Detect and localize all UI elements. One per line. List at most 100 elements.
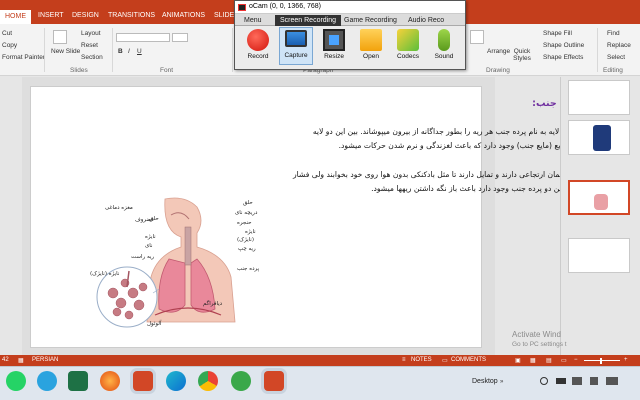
new-slide-icon[interactable]	[53, 30, 67, 44]
label-bronchus-inner: نایژه	[145, 234, 156, 240]
keyboard-icon[interactable]	[606, 377, 618, 385]
section-button[interactable]: Section	[81, 54, 103, 61]
open-button[interactable]: Open	[354, 29, 388, 60]
firefox-icon[interactable]	[100, 371, 120, 391]
language-indicator[interactable]: ▦	[18, 357, 24, 364]
status-bar: 42 ▦ PERSIAN ≡ NOTES ▭ COMMENTS ▣ ▦ ▤ ▭ …	[0, 355, 640, 366]
ocam-tab-bar: Menu Screen Recording Game Recording Aud…	[235, 14, 465, 26]
zoom-slider[interactable]	[584, 360, 620, 361]
battery-icon[interactable]	[572, 377, 582, 385]
edge-icon[interactable]	[166, 371, 186, 391]
sound-button[interactable]: Sound	[427, 29, 461, 60]
arrange-button[interactable]: Arrange	[487, 48, 510, 55]
tab-insert[interactable]: INSERT	[38, 12, 64, 19]
record-button[interactable]: Record	[241, 29, 275, 60]
slide-thumbnail-selected[interactable]	[568, 180, 630, 215]
folder-icon	[360, 29, 382, 51]
desktop-toolbar[interactable]: Desktop	[472, 378, 498, 385]
slide-thumbnail-panel	[560, 77, 640, 355]
normal-view-icon[interactable]: ▣	[515, 357, 521, 364]
left-margin	[0, 77, 22, 355]
paragraph-1-line-2: مقداری مایع (مایع جنب) وجود دارد که باعث…	[338, 141, 593, 150]
capture-label: Capture	[284, 52, 308, 59]
sound-label: Sound	[434, 53, 454, 60]
comments-icon[interactable]: ▭	[442, 357, 448, 364]
capture-button[interactable]: Capture	[279, 27, 313, 65]
italic-icon[interactable]: I	[128, 48, 130, 55]
ocam-title: oCam (0, 0, 1366, 768)	[249, 3, 321, 10]
bold-icon[interactable]: B	[118, 48, 123, 55]
ocam-tab-game-recording[interactable]: Game Recording	[339, 15, 402, 26]
respiratory-illustration	[96, 197, 236, 328]
tab-slideshow[interactable]: SLIDE	[214, 12, 234, 19]
copy-button[interactable]: Copy	[2, 42, 17, 49]
tab-transitions[interactable]: TRANSITIONS	[108, 12, 155, 19]
find-button[interactable]: Find	[607, 30, 620, 37]
shape-effects-button[interactable]: Shape Effects	[543, 54, 583, 61]
quick-styles-button[interactable]: Quick Styles	[511, 48, 533, 62]
format-painter-button[interactable]: Format Painter	[2, 54, 45, 61]
font-name-field[interactable]	[116, 33, 170, 42]
divider	[44, 28, 45, 72]
slide-thumbnail[interactable]	[568, 238, 630, 273]
ocam-tab-menu[interactable]: Menu	[239, 15, 267, 26]
codecs-icon	[397, 29, 419, 51]
shapes-icon[interactable]	[470, 30, 484, 44]
underline-icon[interactable]: U	[137, 48, 142, 55]
cut-button[interactable]: Cut	[2, 30, 12, 37]
tab-animations[interactable]: ANIMATIONS	[162, 12, 205, 19]
codecs-label: Codecs	[396, 53, 420, 60]
activate-windows-watermark: Activate Wind	[512, 330, 561, 339]
ocam-tab-screen-recording[interactable]: Screen Recording	[275, 15, 342, 26]
label-larynx: حنجره	[237, 220, 252, 226]
ocam-window: oCam (0, 0, 1366, 768) Menu Screen Recor…	[234, 0, 466, 70]
label-pharynx-inner: حلق	[149, 216, 159, 222]
slides-group-label: Slides	[70, 67, 88, 74]
select-button[interactable]: Select	[607, 54, 625, 61]
telegram-icon[interactable]	[37, 371, 57, 391]
new-slide-button[interactable]: New Slide	[51, 48, 80, 55]
reading-view-icon[interactable]: ▤	[546, 357, 552, 364]
comments-button[interactable]: COMMENTS	[451, 357, 486, 363]
notes-icon[interactable]: ≡	[402, 357, 406, 363]
layout-button[interactable]: Layout	[81, 30, 101, 37]
tray-chevron-icon[interactable]: »	[500, 379, 503, 385]
shape-fill-button[interactable]: Shape Fill	[543, 30, 572, 37]
divider	[112, 28, 113, 72]
slide-thumbnail[interactable]	[568, 120, 630, 155]
tab-design[interactable]: DESIGN	[72, 12, 99, 19]
ocam-tab-audio-recording[interactable]: Audio Reco	[403, 15, 449, 26]
replace-button[interactable]: Replace	[607, 42, 631, 49]
network-icon[interactable]	[556, 378, 566, 384]
tab-home[interactable]: HOME	[0, 10, 31, 24]
respiratory-diagram: حلق دریچه نای حنجره نایژه (نایژک) ریه چپ…	[85, 197, 270, 332]
font-group-label: Font	[160, 67, 174, 74]
thumbnail-image	[593, 125, 611, 151]
font-size-field[interactable]	[172, 33, 188, 42]
chrome-icon[interactable]	[198, 371, 218, 391]
resize-button[interactable]: Resize	[317, 29, 351, 60]
excel-icon[interactable]	[68, 371, 88, 391]
slide-sorter-icon[interactable]: ▦	[530, 357, 536, 364]
volume-icon[interactable]	[590, 377, 598, 385]
shape-outline-button[interactable]: Shape Outline	[543, 42, 584, 49]
codecs-button[interactable]: Codecs	[391, 29, 425, 60]
notes-button[interactable]: NOTES	[411, 357, 432, 363]
label-diaphragm: دیافراگم	[203, 301, 223, 307]
powerpoint-icon[interactable]	[264, 371, 284, 391]
record-icon	[247, 29, 269, 51]
powerpoint-pdf-icon[interactable]	[133, 371, 153, 391]
resize-label: Resize	[324, 53, 344, 60]
slideshow-icon[interactable]: ▭	[561, 357, 567, 364]
reset-button[interactable]: Reset	[81, 42, 98, 49]
zoom-out-icon[interactable]: −	[574, 357, 578, 363]
label-bronchiole-left: نایژه (نایژک)	[90, 271, 120, 277]
slide-thumbnail[interactable]	[568, 80, 630, 115]
label-nasal-cavity: مغزه دماغی	[105, 205, 133, 211]
zoom-slider-thumb[interactable]	[600, 358, 602, 364]
whatsapp-icon[interactable]	[6, 371, 26, 391]
green-app-icon[interactable]	[231, 371, 251, 391]
zoom-in-icon[interactable]: +	[624, 357, 628, 363]
tray-icon[interactable]	[540, 377, 548, 385]
ocam-app-icon	[238, 4, 246, 11]
